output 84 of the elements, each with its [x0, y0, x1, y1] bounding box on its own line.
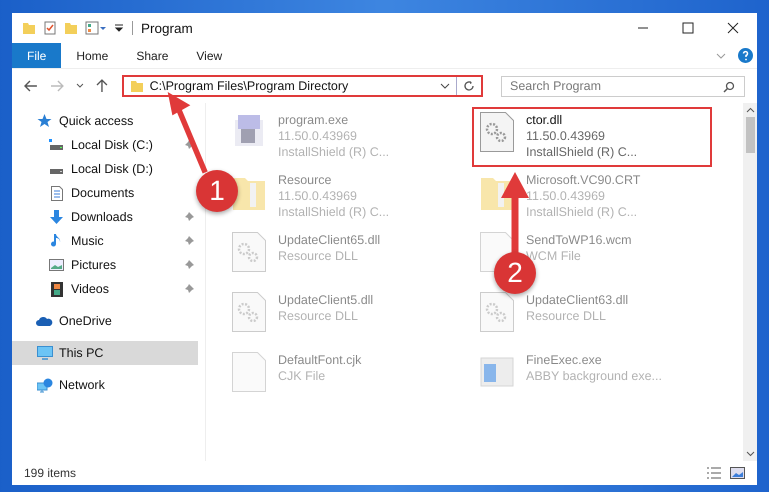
file-detail: InstallShield (R) C... [526, 204, 638, 220]
window-title: Program [141, 20, 193, 36]
file-detail: WCM File [526, 248, 582, 264]
pin-icon[interactable] [184, 212, 194, 222]
monitor-icon [36, 346, 52, 360]
file-detail: Resource DLL [278, 248, 359, 264]
gear-file-icon [232, 292, 266, 332]
sidebar-item[interactable]: Documents [12, 181, 198, 205]
gear-file-icon [480, 292, 514, 332]
file-name: DefaultFont.cjk [278, 352, 362, 368]
dropdown-icon[interactable] [440, 82, 450, 90]
scrollbar[interactable] [743, 103, 757, 461]
sidebar-item[interactable]: Downloads [12, 205, 198, 229]
file-detail: 11.50.0.43969 [526, 188, 606, 204]
file-detail: InstallShield (R) C... [278, 204, 390, 220]
file-tab[interactable]: File [12, 43, 62, 68]
view-options-icon[interactable] [85, 21, 107, 35]
file-name: Microsoft.VC90.CRT [526, 172, 640, 188]
sidebar-item[interactable]: Videos [12, 277, 198, 301]
disk-icon [49, 139, 64, 151]
star-icon [37, 114, 52, 128]
folder-icon [130, 79, 144, 93]
ribbon-tab[interactable]: View [183, 43, 236, 68]
scroll-down-icon[interactable] [746, 451, 754, 457]
expand-ribbon-icon[interactable] [716, 52, 726, 60]
sidebar-item[interactable]: Local Disk (C:) [12, 133, 198, 157]
film-icon [50, 282, 62, 296]
large-icons-view-icon[interactable] [730, 467, 745, 479]
item-count: 199 items [24, 466, 76, 480]
file-name: Resource [278, 172, 332, 188]
picture-icon [49, 259, 64, 271]
sidebar-item[interactable]: Local Disk (D:) [12, 157, 198, 181]
blank-file-icon [232, 352, 266, 392]
file-name: UpdateClient5.dll [278, 292, 374, 308]
file-detail: 11.50.0.43969 [278, 188, 358, 204]
scroll-up-icon[interactable] [746, 107, 754, 113]
gear-file-icon [232, 232, 266, 272]
search-field[interactable]: Search Program [500, 76, 745, 96]
pin-icon[interactable] [184, 260, 194, 270]
document-icon [50, 186, 62, 200]
help-icon[interactable] [738, 48, 753, 63]
back-icon[interactable] [24, 80, 38, 92]
recent-icon[interactable] [76, 83, 84, 89]
file-detail: Resource DLL [526, 308, 607, 324]
search-icon[interactable] [722, 80, 735, 92]
file-item[interactable]: ctor.dll 11.50.0.43969 InstallShield (R) C... [472, 107, 712, 167]
file-detail: 11.50.0.43969 [526, 128, 606, 144]
refresh-icon[interactable] [462, 80, 475, 92]
sidebar-item[interactable]: Network [12, 373, 198, 397]
address-bar[interactable]: C:\Program Files\Program Directory [122, 75, 483, 97]
file-detail: InstallShield (R) C... [526, 144, 638, 160]
file-detail: 11.50.0.43969 [278, 128, 358, 144]
maximize-icon[interactable] [682, 22, 694, 34]
music-note-icon [50, 234, 62, 248]
sidebar-item[interactable]: OneDrive [12, 309, 198, 333]
sidebar-item[interactable]: Music [12, 229, 198, 253]
file-name: ctor.dll [526, 112, 564, 128]
file-name: program.exe [278, 112, 350, 128]
file-detail: Resource DLL [278, 308, 359, 324]
gear-file-icon [480, 112, 514, 152]
file-detail: InstallShield (R) C... [278, 144, 390, 160]
close-icon[interactable] [727, 22, 739, 34]
pin-icon[interactable] [184, 236, 194, 246]
sidebar-item[interactable]: Quick access [12, 109, 198, 133]
download-icon [49, 210, 64, 224]
network-icon [36, 378, 52, 392]
pin-icon[interactable] [184, 140, 194, 150]
details-view-icon[interactable] [706, 467, 722, 479]
cloud-icon [36, 316, 53, 326]
file-name: UpdateClient63.dll [526, 292, 628, 308]
ribbon-tab[interactable]: Home [63, 43, 122, 68]
up-icon[interactable] [96, 79, 108, 93]
scroll-thumb[interactable] [746, 117, 754, 153]
properties-icon[interactable] [43, 21, 57, 35]
sidebar-item[interactable]: Pictures [12, 253, 198, 277]
ribbon-tab[interactable]: Share [123, 43, 182, 68]
file-detail: ABBY background exe... [526, 368, 662, 384]
file-name: UpdateClient65.dll [278, 232, 380, 248]
pin-icon[interactable] [184, 284, 194, 294]
file-name: SendToWP16.wcm [526, 232, 632, 248]
file-detail: CJK File [278, 368, 326, 384]
file-name: FineExec.exe [526, 352, 603, 368]
sidebar-item[interactable]: This PC [12, 341, 198, 365]
address-path: C:\Program Files\Program Directory [150, 79, 350, 93]
